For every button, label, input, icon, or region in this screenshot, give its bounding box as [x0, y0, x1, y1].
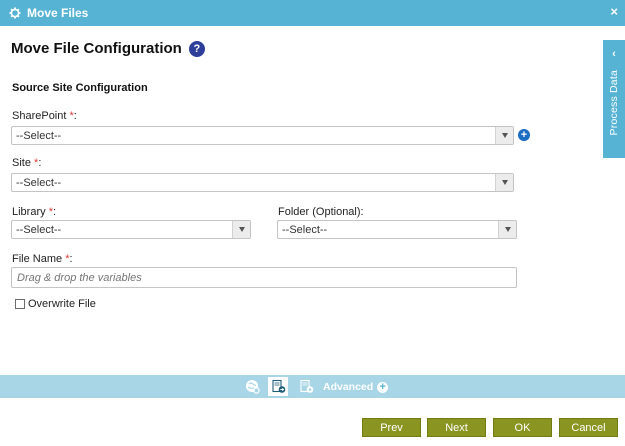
window-title: Move Files: [27, 6, 89, 20]
move-file-tab-icon[interactable]: [268, 377, 288, 396]
library-label: Library *:: [12, 206, 57, 218]
library-select-value: --Select--: [16, 223, 62, 236]
advanced-label: Advanced: [323, 381, 374, 393]
file-settings-tab-icon[interactable]: [296, 377, 316, 396]
process-data-label: Process Data: [608, 70, 620, 136]
site-select-value: --Select--: [16, 176, 62, 189]
page-title: Move File Configuration: [11, 40, 182, 57]
library-select[interactable]: --Select--: [11, 220, 251, 239]
ok-button[interactable]: OK: [493, 418, 552, 437]
overwrite-file-label: Overwrite File: [28, 298, 96, 310]
folder-select[interactable]: --Select--: [277, 220, 517, 239]
plus-icon: +: [377, 381, 389, 393]
add-sharepoint-button[interactable]: +: [518, 129, 530, 141]
page-header: Move File Configuration ?: [11, 40, 205, 57]
next-button[interactable]: Next: [427, 418, 486, 437]
site-label: Site *:: [12, 157, 42, 169]
section-title: Source Site Configuration: [12, 82, 148, 94]
close-icon[interactable]: ×: [610, 5, 618, 19]
site-select[interactable]: --Select--: [11, 173, 514, 192]
prev-button[interactable]: Prev: [362, 418, 421, 437]
sharepoint-select[interactable]: --Select--: [11, 126, 514, 145]
sharepoint-label: SharePoint *:: [12, 110, 77, 122]
advanced-tab[interactable]: Advanced +: [323, 381, 389, 393]
folder-select-value: --Select--: [282, 223, 328, 236]
help-icon[interactable]: ?: [188, 40, 205, 57]
cancel-button[interactable]: Cancel: [559, 418, 618, 437]
chevron-left-icon: ‹: [612, 48, 616, 60]
overwrite-file-option[interactable]: Overwrite File: [15, 298, 96, 310]
chevron-down-icon[interactable]: [495, 127, 513, 144]
window-titlebar: Move Files ×: [0, 0, 625, 26]
folder-label: Folder (Optional):: [278, 206, 364, 218]
globe-gear-icon[interactable]: [242, 377, 262, 396]
chevron-down-icon[interactable]: [232, 221, 250, 238]
file-name-label: File Name *:: [12, 253, 73, 265]
chevron-down-icon[interactable]: [498, 221, 516, 238]
bottom-tab-bar: Advanced +: [0, 375, 625, 398]
file-name-input[interactable]: [11, 267, 517, 288]
overwrite-file-checkbox[interactable]: [15, 299, 25, 309]
sharepoint-select-value: --Select--: [16, 129, 62, 142]
gear-icon: [9, 7, 21, 19]
chevron-down-icon[interactable]: [495, 174, 513, 191]
process-data-tab[interactable]: ‹ Process Data: [603, 40, 625, 158]
